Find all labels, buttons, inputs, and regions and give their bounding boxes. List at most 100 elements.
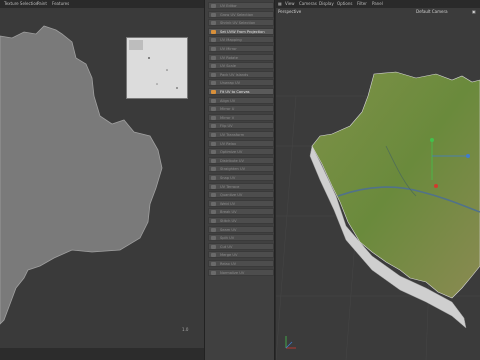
- app-window: Texture Selection Paint Features 1.0 UV …: [0, 0, 480, 360]
- uv-scale-readout: 1.0: [182, 327, 189, 332]
- gizmo-x-handle[interactable]: [434, 184, 438, 188]
- gizmo-y-handle[interactable]: [430, 138, 434, 142]
- command-item[interactable]: Cut UV: [208, 242, 274, 250]
- menu-texture-selection[interactable]: Texture Selection: [4, 0, 38, 8]
- command-item[interactable]: Pack UV Islands: [208, 70, 274, 78]
- command-item[interactable]: Weld UV: [208, 199, 274, 207]
- viewport-header: Perspective Default Camera ▣: [276, 8, 480, 16]
- command-label: Snap UV: [220, 176, 236, 180]
- command-label: Pack UV Islands: [220, 72, 249, 77]
- command-label: Split UV: [220, 236, 235, 241]
- command-item[interactable]: Unwrap UV: [208, 79, 274, 87]
- command-item[interactable]: Normalize UV: [208, 268, 274, 276]
- command-label: UV Rotate: [220, 55, 238, 60]
- command-icon: [211, 90, 216, 94]
- command-icon: [211, 124, 216, 129]
- viewport-camera-name[interactable]: Default Camera: [416, 8, 448, 16]
- command-icon: [211, 29, 216, 34]
- command-label: UV Transform: [220, 133, 245, 137]
- command-item[interactable]: Shrink UV Selection: [208, 19, 274, 27]
- uv-menubar: Texture Selection Paint Features: [0, 0, 204, 8]
- command-label: Fit UV to Canvas: [220, 90, 250, 94]
- command-item[interactable]: Flip UV: [208, 122, 274, 130]
- command-item[interactable]: Merge UV: [208, 251, 274, 259]
- command-label: UV Editor: [220, 4, 237, 8]
- command-label: UV Mapping: [220, 38, 242, 43]
- command-item[interactable]: Mirror U: [208, 105, 274, 113]
- viewport-menubar: ▦ View Cameras Display Options Filter Pa…: [276, 0, 480, 8]
- command-item[interactable]: Split UV: [208, 234, 274, 242]
- command-item[interactable]: Align UV: [208, 96, 274, 104]
- viewport-panel: ▦ View Cameras Display Options Filter Pa…: [275, 0, 480, 360]
- command-item[interactable]: UV Terrace: [208, 182, 274, 190]
- command-icon: [211, 184, 216, 189]
- command-item[interactable]: Mirror V: [208, 113, 274, 121]
- command-label: Weld UV: [220, 201, 236, 206]
- viewport-view-name: Perspective: [278, 9, 302, 14]
- command-label: Set UVW From Projection: [220, 29, 265, 34]
- camera-icon[interactable]: ▣: [472, 8, 476, 16]
- menu-options[interactable]: Options: [337, 0, 352, 8]
- command-icon: [211, 98, 216, 103]
- command-label: Unwrap UV: [220, 81, 241, 86]
- command-item[interactable]: Distribute UV: [208, 156, 274, 164]
- command-label: Distribute UV: [220, 158, 244, 163]
- viewport-3d-scene: [275, 71, 480, 360]
- texture-preview-thumbnail[interactable]: [126, 37, 188, 99]
- uv-editor-panel: Texture Selection Paint Features 1.0: [0, 0, 204, 360]
- command-label: Stitch UV: [220, 219, 237, 223]
- terrain-mesh[interactable]: [311, 71, 480, 299]
- viewport-grid-icon[interactable]: ▦: [278, 0, 282, 8]
- command-icon: [211, 133, 216, 137]
- command-item[interactable]: UV Transform: [208, 131, 274, 138]
- command-icon: [211, 81, 216, 86]
- command-item[interactable]: UV Mapping: [208, 36, 274, 44]
- command-item[interactable]: Relax UV: [208, 260, 274, 267]
- command-label: Relax UV: [220, 262, 237, 266]
- command-icon: [211, 47, 216, 51]
- command-icon: [211, 193, 216, 198]
- command-item[interactable]: UV Relax: [208, 139, 274, 147]
- menu-display[interactable]: Display: [319, 0, 334, 8]
- command-label: Break UV: [220, 210, 237, 215]
- command-item[interactable]: Break UV: [208, 208, 274, 216]
- menu-view[interactable]: View: [285, 0, 295, 8]
- menu-features[interactable]: Features: [52, 0, 69, 8]
- menu-cameras[interactable]: Cameras: [299, 0, 317, 8]
- command-icon: [211, 4, 216, 8]
- viewport-scene[interactable]: [275, 16, 480, 360]
- command-item[interactable]: Optimize UV: [208, 148, 274, 156]
- command-item[interactable]: Straighten UV: [208, 165, 274, 173]
- command-icon: [211, 64, 216, 69]
- command-item[interactable]: Seam UV: [208, 225, 274, 233]
- command-icon: [211, 72, 216, 77]
- menu-paint[interactable]: Paint: [37, 0, 47, 8]
- gizmo-z-handle[interactable]: [466, 154, 470, 158]
- command-item[interactable]: Grow UV Selection: [208, 10, 274, 18]
- command-item[interactable]: UV Rotate: [208, 53, 274, 61]
- uv-command-palette: UV Editor Grow UV Selection Shrink UV Sele…: [204, 0, 275, 360]
- command-label: Mirror V: [220, 115, 235, 120]
- command-item[interactable]: Snap UV: [208, 174, 274, 181]
- command-label: Normalize UV: [220, 270, 245, 275]
- command-item[interactable]: UV Mirror: [208, 45, 274, 52]
- command-icon: [211, 38, 216, 43]
- command-item[interactable]: Fit UV to Canvas: [208, 88, 274, 95]
- command-icon: [211, 21, 216, 26]
- command-item[interactable]: UV Editor: [208, 2, 274, 9]
- command-label: UV Scale: [220, 64, 236, 69]
- command-item[interactable]: Stitch UV: [208, 217, 274, 224]
- command-icon: [211, 253, 216, 258]
- command-icon: [211, 227, 216, 232]
- command-item[interactable]: Quantize UV: [208, 191, 274, 199]
- command-icon: [211, 262, 216, 266]
- command-icon: [211, 115, 216, 120]
- command-icon: [211, 219, 216, 223]
- menu-filter[interactable]: Filter: [357, 0, 367, 8]
- command-item[interactable]: Set UVW From Projection: [208, 27, 274, 35]
- command-icon: [211, 150, 216, 155]
- menu-panel[interactable]: Panel: [372, 0, 383, 8]
- command-icon: [211, 210, 216, 215]
- command-item[interactable]: UV Scale: [208, 62, 274, 70]
- command-label: Optimize UV: [220, 150, 243, 155]
